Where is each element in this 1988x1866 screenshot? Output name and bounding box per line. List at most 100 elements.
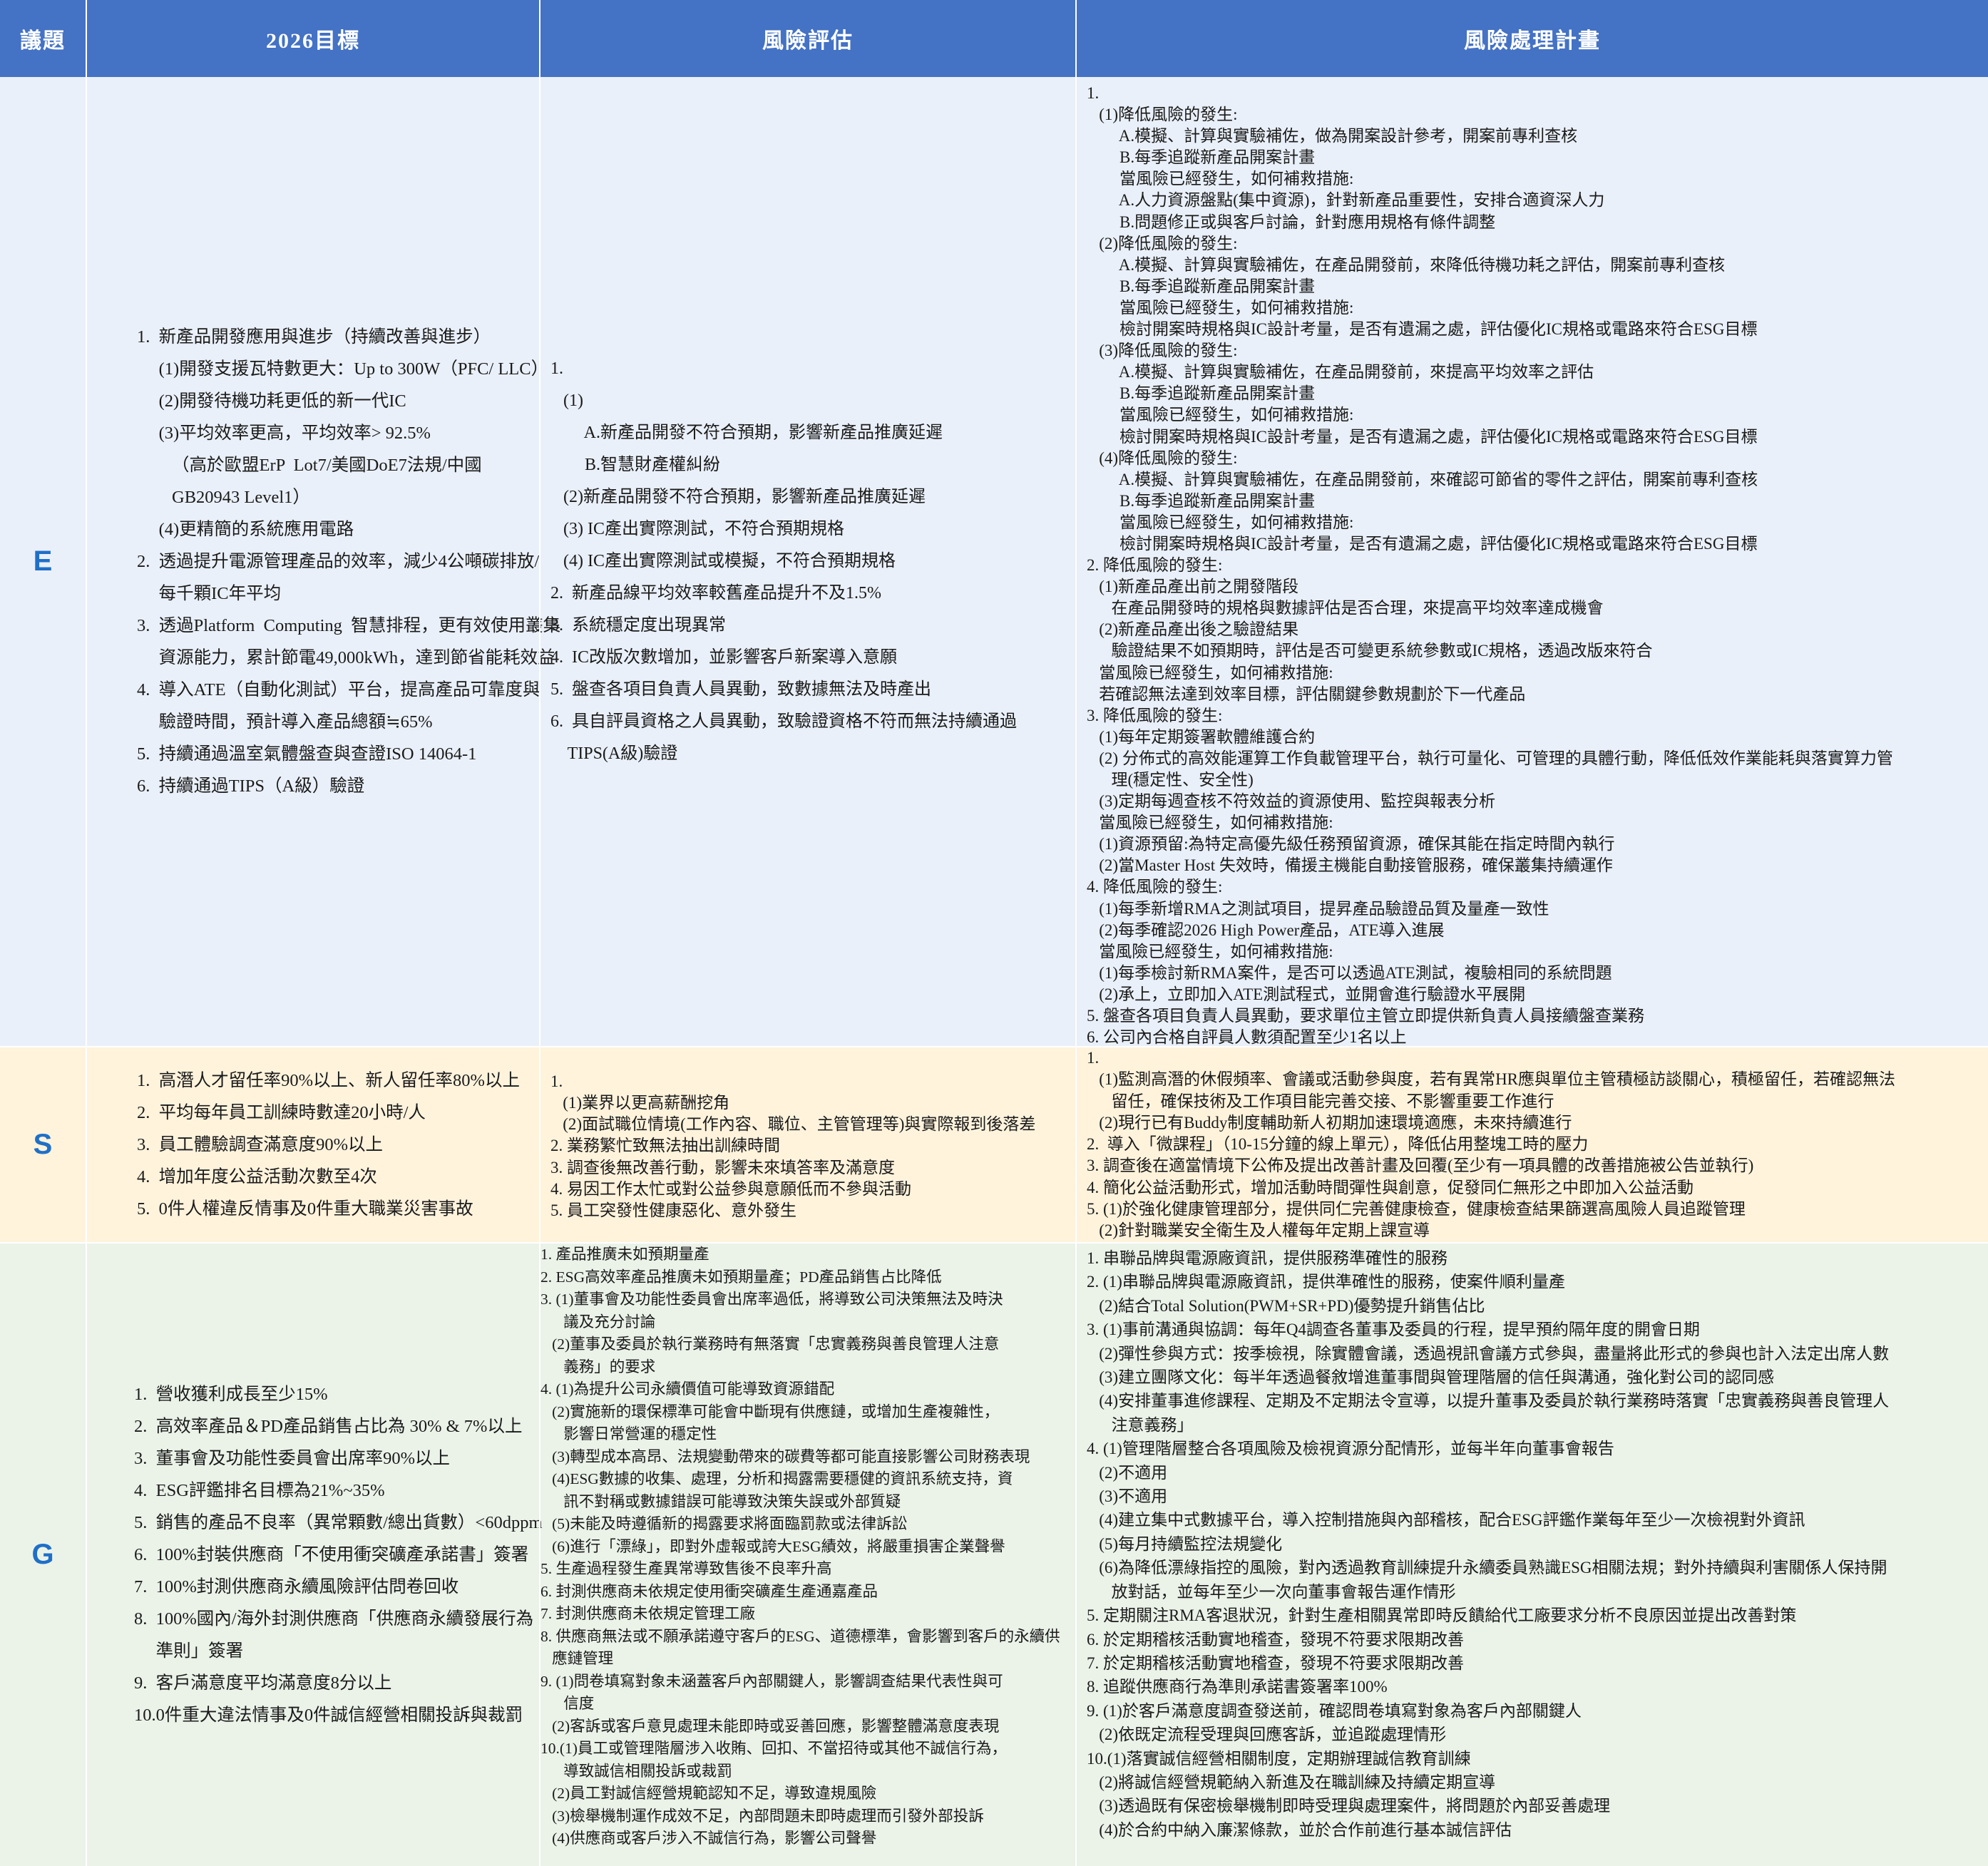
- text-line: 2. 導入「微課程」（10-15分鐘的線上單元），降低佔用整塊工時的壓力: [1087, 1135, 1589, 1154]
- target-cell: 1. 營收獲利成長至少15% 2. 高效率產品＆PD產品銷售占比為 30% & 7…: [86, 1244, 543, 1866]
- text-line: 2. 業務繁忙致無法抽出訓練時間: [550, 1137, 780, 1155]
- text-line: (2)不適用: [1087, 1463, 1168, 1482]
- text-line: 10.(1)落實誠信經營相關制度，定期辦理誠信教育訓練: [1087, 1749, 1471, 1768]
- text-line: (2)當Master Host 失效時，備援主機能自動接管服務，確保叢集持續運作: [1087, 856, 1613, 875]
- text-line: 驗證結果不如預期時，評估是否可變更系統參數或IC規格，透過改版來符合: [1087, 642, 1653, 660]
- text-line: 8. 供應商無法或不願承諾遵守客戶的ESG、道德標準，會影響到客戶的永續供: [540, 1627, 1060, 1645]
- text-line: 8. 追蹤供應商行為準則承諾書簽署率100%: [1087, 1678, 1388, 1696]
- text-line: （高於歐盟ErP Lot7/美國DoE7法規/中國: [137, 456, 482, 475]
- plan-cell: 1. (1)監測高潛的休假頻率、會議或活動參與度，若有異常HR應與單位主管積極訪…: [1075, 1047, 1988, 1242]
- text-line: (2)實施新的環保標準可能會中斷現有供應鏈，或增加生產複雜性，: [540, 1403, 1000, 1420]
- text-line: 7. 於定期稽核活動實地稽查，發現不符要求限期改善: [1087, 1654, 1464, 1672]
- text-line: 檢討開案時規格與IC設計考量，是否有遺漏之處，評估優化IC規格或電路來符合ESG…: [1087, 320, 1758, 339]
- text-line: 1. 營收獲利成長至少15%: [134, 1385, 328, 1404]
- text-line: (3)建立團隊文化：每半年透過餐敘增進董事間與管理階層的信任與溝通，強化對公司的…: [1087, 1368, 1775, 1387]
- text-line: (2)董事及委員於執行業務時有無落實「忠實義務與善良管理人注意: [540, 1336, 1000, 1353]
- text-line: (2)開發待機功耗更低的新一代IC: [137, 391, 406, 411]
- risk-cell: 1. (1)業界以更高薪酬挖角 (2)面試職位情境(工作內容、職位、主管管理等)…: [539, 1047, 1075, 1242]
- text-line: (3)定期每週查核不符效益的資源使用、監控與報表分析: [1087, 792, 1496, 811]
- text-line: (1)每季新增RMA之測試項目，提昇產品驗證品質及量產一致性: [1087, 899, 1549, 918]
- text-line: (2)客訴或客戶意見處理未能即時或妥善回應，影響整體滿意度表現: [540, 1717, 1000, 1735]
- text-line: 檢討開案時規格與IC設計考量，是否有遺漏之處，評估優化IC規格或電路來符合ESG…: [1087, 427, 1758, 446]
- text-line: 1.: [1087, 1049, 1100, 1067]
- text-line: (2)新產品產出後之驗證結果: [1087, 620, 1299, 639]
- text-line: 4. (1)為提升公司永續價值可能導致資源錯配: [540, 1380, 835, 1398]
- topic-cell: S: [33, 1129, 53, 1160]
- text-line: 5. 0件人權違反情事及0件重大職業災害事故: [137, 1199, 473, 1219]
- text-line: (3)平均效率更高，平均效率> 92.5%: [137, 424, 431, 443]
- topic-cell: G: [31, 1539, 54, 1570]
- text-line: (1)新產品產出前之開發階段: [1087, 578, 1299, 596]
- header-topic: 議題: [0, 0, 86, 77]
- text-line: 1. 產品推廣未如預期量產: [540, 1246, 709, 1263]
- text-line: 5. 持續通過溫室氣體盤查與查證ISO 14064-1: [137, 744, 477, 764]
- text-line: (2)結合Total Solution(PWM+SR+PD)優勢提升銷售佔比: [1087, 1296, 1485, 1315]
- text-line: 應鏈管理: [540, 1650, 614, 1667]
- text-line: (2)依既定流程受理與回應客訴，並追蹤處理情形: [1087, 1726, 1447, 1744]
- text-line: 4. 易因工作太忙或對公益參與意願低而不參與活動: [550, 1179, 911, 1198]
- row-governance: G 1. 營收獲利成長至少15% 2. 高效率產品＆PD產品銷售占比為 30% &…: [0, 1242, 1988, 1866]
- text-line: A.模擬、計算與實驗補佐，做為開案設計參考，開案前專利查核: [1087, 127, 1578, 145]
- text-line: 信度: [540, 1695, 595, 1712]
- text-line: 9. (1)於客戶滿意度調查發送前，確認問卷填寫對象為客戶內部關鍵人: [1087, 1701, 1582, 1720]
- text-line: 1.: [550, 1072, 563, 1090]
- text-line: (1)降低風險的發生:: [1087, 106, 1238, 124]
- text-line: (3)檢舉機制運作成效不足，內部問題未即時處理而引發外部投訴: [540, 1807, 984, 1825]
- text-line: 5. 定期關注RMA客退狀況，針對生產相關異常即時反饋給代工廠要求分析不良原因並…: [1087, 1606, 1797, 1625]
- text-line: 3. 調查後在適當情境下公佈及提出改善計畫及回覆(至少有一項具體的改善措施被公告…: [1087, 1157, 1754, 1175]
- text-line: 3. 董事會及功能性委員會出席率90%以上: [134, 1449, 451, 1468]
- text-line: 驗證時間，預計導入產品總額≒65%: [137, 712, 433, 732]
- text-line: 1. 新產品開發應用與進步（持續改善與進步）: [137, 327, 491, 347]
- text-line: (4)更精簡的系統應用電路: [137, 520, 354, 539]
- text-line: A.模擬、計算與實驗補佐，在產品開發前，來降低待機功耗之評估，開案前專利查核: [1087, 255, 1726, 274]
- text-line: (2)新產品開發不符合預期，影響新產品推廣延遲: [550, 488, 926, 506]
- text-line: 4. 降低風險的發生:: [1087, 878, 1223, 896]
- text-line: (4)供應商或客戶涉入不誠信行為，影響公司聲譽: [540, 1830, 877, 1847]
- text-line: (4)於合約中納入廉潔條款，並於合作前進行基本誠信評估: [1087, 1820, 1512, 1839]
- text-line: (4)建立集中式數據平台，導入控制措施與內部稽核，配合ESG評鑑作業每年至少一次…: [1087, 1511, 1805, 1529]
- text-line: 當風險已經發生，如何補救措施:: [1087, 942, 1333, 960]
- text-line: 準則」簽署: [134, 1641, 244, 1661]
- text-line: 留任，確保技術及工作項目能完善交接、不影響重要工作進行: [1087, 1092, 1554, 1110]
- text-line: B.問題修正或與客戶討論，針對應用規格有條件調整: [1087, 212, 1496, 231]
- text-line: (6)進行「漂綠」，即對外虛報或誇大ESG績效，將嚴重損害企業聲譽: [540, 1537, 1005, 1555]
- text-line: (1): [550, 391, 583, 410]
- risk-cell: 1. (1) A.新產品開發不符合預期，影響新產品推廣延遲 B.智慧財產權糾紛 …: [539, 77, 1075, 1046]
- text-line: (2)彈性參與方式：按季檢視，除實體會議，透過視訊會議方式參與，盡量將此形式的參…: [1087, 1344, 1890, 1363]
- text-line: 2. 透過提升電源管理產品的效率，減少4公噸碳排放/: [137, 552, 540, 571]
- text-line: (3)轉型成本高昂、法規變動帶來的碳費等都可能直接影響公司財務表現: [540, 1447, 1030, 1465]
- text-line: (1)開發支援瓦特數更大：Up to 300W（PFC/ LLC）: [137, 359, 549, 379]
- text-line: B.每季追蹤新產品開案計畫: [1087, 148, 1316, 167]
- text-line: (4)ESG數據的收集、處理，分析和揭露需要穩健的資訊系統支持，資: [540, 1470, 1013, 1487]
- text-line: 當風險已經發生，如何補救措施:: [1087, 513, 1354, 531]
- text-line: 注意義務」: [1087, 1415, 1194, 1434]
- text-line: 議及充分討論: [540, 1313, 656, 1331]
- plan-cell: 1. 串聯品牌與電源廠資訊，提供服務準確性的服務 2. (1)串聯品牌與電源廠資訊…: [1075, 1244, 1988, 1866]
- text-line: 2. ESG高效率產品推廣未如預期量產；PD產品銷售占比降低: [540, 1268, 942, 1286]
- text-line: 在產品開發時的規格與數據評估是否合理，來提高平均效率達成機會: [1087, 599, 1604, 617]
- text-line: 6. 封測供應商未依規定使用衝突礦產生產通嘉產品: [540, 1582, 878, 1600]
- text-line: 5. 盤查各項目負責人員異動，致數據無法及時產出: [550, 680, 931, 699]
- text-line: 5. (1)於強化健康管理部分，提供同仁完善健康檢查，健康檢查結果篩選高風險人員…: [1087, 1200, 1746, 1219]
- target-cell: 1. 高潛人才留任率90%以上、新人留任率80%以上 2. 平均每年員工訓練時數達…: [86, 1047, 539, 1242]
- text-line: 2. 高效率產品＆PD產品銷售占比為 30% & 7%以上: [134, 1417, 523, 1436]
- text-line: (4)安排董事進修課程、定期及不定期法令宣導，以提升董事及委員於執行業務時落實「…: [1087, 1392, 1890, 1410]
- text-line: B.每季追蹤新產品開案計畫: [1087, 491, 1316, 510]
- text-line: 檢討開案時規格與IC設計考量，是否有遺漏之處，評估優化IC規格或電路來符合ESG…: [1087, 534, 1758, 553]
- text-line: 4. 增加年度公益活動次數至4次: [137, 1167, 377, 1186]
- text-line: 當風險已經發生，如何補救措施:: [1087, 814, 1333, 832]
- text-line: 義務」的要求: [540, 1358, 656, 1375]
- text-line: 9. 客戶滿意度平均滿意度8分以上: [134, 1673, 392, 1693]
- text-line: (3)降低風險的發生:: [1087, 342, 1238, 360]
- text-line: B.每季追蹤新產品開案計畫: [1087, 384, 1316, 403]
- text-line: A.模擬、計算與實驗補佐，在產品開發前，來提高平均效率之評估: [1087, 363, 1594, 381]
- text-line: 4. 簡化公益活動形式，增加活動時間彈性與創意，促發同仁無形之中即加入公益活動: [1087, 1178, 1694, 1196]
- text-line: (2)將誠信經營規範納入新進及在職訓練及持續定期宣導: [1087, 1773, 1496, 1791]
- row-environment: E 1. 新產品開發應用與進步（持續改善與進步） (1)開發支援瓦特數更大：Up…: [0, 77, 1988, 1046]
- text-line: 4. 導入ATE（自動化測試）平台，提高產品可靠度與: [137, 680, 540, 699]
- text-line: 當風險已經發生，如何補救措施:: [1087, 663, 1333, 682]
- text-line: (2)降低風險的發生:: [1087, 234, 1238, 252]
- text-line: (2) 分佈式的高效能運算工作負載管理平台，執行可量化、可管理的具體行動，降低低…: [1087, 749, 1893, 767]
- text-line: 5. 盤查各項目負責人員異動，要求單位主管立即提供新負責人員接續盤查業務: [1087, 1007, 1644, 1025]
- text-line: 當風險已經發生，如何補救措施:: [1087, 170, 1354, 188]
